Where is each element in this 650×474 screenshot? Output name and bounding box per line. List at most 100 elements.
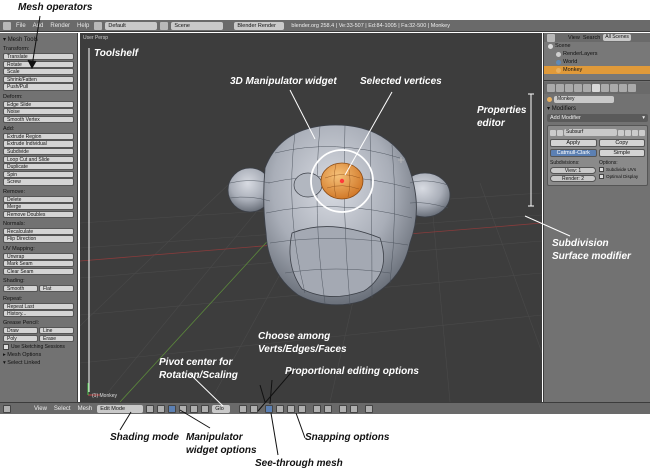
tool-button-rotate[interactable]: Rotate <box>3 60 74 68</box>
tool-button-shrink-fatten[interactable]: Shrink/Fatten <box>3 75 74 83</box>
scene-selector[interactable]: Scene <box>171 21 224 30</box>
render-toggle-icon[interactable] <box>618 129 624 136</box>
close-icon[interactable] <box>639 129 645 136</box>
tool-button-delete[interactable]: Delete <box>3 195 74 203</box>
tool-button-push-pull[interactable]: Push/Pull <box>3 83 74 91</box>
tool-button-spin[interactable]: Spin <box>3 170 74 178</box>
manipulator-translate[interactable] <box>179 404 188 413</box>
add-modifier-button[interactable]: Add Modifier ▾ <box>547 114 648 122</box>
proportional-editing-button[interactable] <box>313 404 322 413</box>
tool-button-edge-slide[interactable]: Edge Slide <box>3 100 74 108</box>
subdivide-uvs-checkbox[interactable]: Subdivide UVs <box>599 167 645 172</box>
simple-button[interactable]: Simple <box>598 149 645 157</box>
render-tab-icon[interactable] <box>547 84 555 92</box>
render-preview-button[interactable] <box>365 404 374 413</box>
select-linked-panel[interactable]: ▾ Select Linked <box>3 360 74 366</box>
layout-selector[interactable]: Default <box>105 21 158 30</box>
copy-button[interactable]: Copy <box>598 139 645 147</box>
tool-button-unwrap[interactable]: Unwrap <box>3 252 74 260</box>
editmode-toggle-icon[interactable] <box>632 129 638 136</box>
repeat-last-button[interactable]: Repeat Last <box>3 302 74 310</box>
menu-file[interactable]: File <box>14 23 28 29</box>
orientation-selector[interactable]: Glo <box>212 404 231 413</box>
display-toggle-icon[interactable] <box>625 129 631 136</box>
physics-tab-icon[interactable] <box>628 84 636 92</box>
vertex-select-button[interactable] <box>265 404 274 413</box>
outliner-type-icon[interactable] <box>547 33 555 42</box>
outliner-menu-view[interactable]: View <box>568 35 580 41</box>
menu-render[interactable]: Render <box>48 23 72 29</box>
view-levels-field[interactable]: View: 1 <box>550 167 596 174</box>
face-select-button[interactable] <box>287 404 296 413</box>
manipulator-scale[interactable] <box>201 404 210 413</box>
tool-button-mark-seam[interactable]: Mark Seam <box>3 260 74 268</box>
editor-type-icon[interactable] <box>3 21 11 30</box>
pivot-center-button[interactable] <box>157 404 166 413</box>
constraints-tab-icon[interactable] <box>583 84 591 92</box>
menu-help[interactable]: Help <box>75 23 91 29</box>
line-button[interactable]: Line <box>39 327 74 335</box>
tool-button-duplicate[interactable]: Duplicate <box>3 163 74 171</box>
render-levels-field[interactable]: Render: 2 <box>550 175 596 182</box>
smooth-button[interactable]: Smooth <box>3 284 38 293</box>
tool-button-clear-seam[interactable]: Clear Seam <box>3 267 74 275</box>
tool-button-flip-direction[interactable]: Flip Direction <box>3 235 74 243</box>
menu-add[interactable]: Add <box>31 23 46 29</box>
tool-button-translate[interactable]: Translate <box>3 53 74 61</box>
tool-button-extrude-region[interactable]: Extrude Region <box>3 132 74 141</box>
catmull-clark-button[interactable]: Catmull-Clark <box>550 149 597 157</box>
outliner-filter[interactable]: All Scenes <box>603 34 631 41</box>
object-name-field[interactable]: Monkey <box>554 95 614 103</box>
world-tab-icon[interactable] <box>565 84 573 92</box>
layer-button-1[interactable] <box>239 404 248 413</box>
modifier-name-field[interactable]: Subsurf <box>564 129 617 136</box>
render-engine-selector[interactable]: Blender Render <box>234 21 285 30</box>
draw-button[interactable]: Draw <box>3 327 38 335</box>
modifiers-section[interactable]: ▾ Modifiers <box>544 105 650 112</box>
tool-button-loop-cut-and-slide[interactable]: Loop Cut and Slide <box>3 155 74 163</box>
tool-button-scale[interactable]: Scale <box>3 68 74 76</box>
mode-selector[interactable]: Edit Mode <box>97 404 144 413</box>
material-tab-icon[interactable] <box>610 84 618 92</box>
tool-button-smooth-vertex[interactable]: Smooth Vertex <box>3 115 74 123</box>
manipulator-rotate[interactable] <box>190 404 199 413</box>
outliner-scene[interactable]: Scene <box>544 42 650 50</box>
data-tab-icon[interactable] <box>601 84 609 92</box>
manipulator-toggle[interactable] <box>168 404 177 413</box>
texture-tab-icon[interactable] <box>619 84 627 92</box>
optimal-display-checkbox[interactable]: Optimal Display <box>599 174 645 179</box>
sketching-checkbox[interactable]: Use Sketching Sessions <box>3 344 74 351</box>
poly-button[interactable]: Poly <box>3 334 38 343</box>
menu-view[interactable]: View <box>32 406 49 412</box>
tool-button-extrude-individual[interactable]: Extrude Individual <box>3 140 74 148</box>
tool-button-merge[interactable]: Merge <box>3 203 74 211</box>
tool-button-remove-doubles[interactable]: Remove Doubles <box>3 210 74 218</box>
snap-toggle-button[interactable] <box>339 404 348 413</box>
layer-button-2[interactable] <box>250 404 259 413</box>
mesh-tools-header[interactable]: ▾ Mesh Tools <box>3 36 74 43</box>
menu-mesh[interactable]: Mesh <box>76 406 95 412</box>
tool-button-subdivide[interactable]: Subdivide <box>3 148 74 156</box>
outliner-monkey[interactable]: Monkey <box>544 66 650 74</box>
proportional-falloff-button[interactable] <box>324 404 333 413</box>
menu-select[interactable]: Select <box>52 406 73 412</box>
edge-select-button[interactable] <box>276 404 285 413</box>
tool-button-noise[interactable]: Noise <box>3 108 74 116</box>
apply-button[interactable]: Apply <box>550 139 597 147</box>
snap-element-button[interactable] <box>350 404 359 413</box>
tool-button-screw[interactable]: Screw <box>3 178 74 186</box>
erase-button[interactable]: Erase <box>39 334 74 343</box>
scene-tab-icon[interactable] <box>556 84 564 92</box>
mesh-options-panel[interactable]: ▸ Mesh Options <box>3 352 74 358</box>
outliner-menu-search[interactable]: Search <box>583 35 600 41</box>
tool-button-recalculate[interactable]: Recalculate <box>3 227 74 236</box>
object-tab-icon[interactable] <box>574 84 582 92</box>
shading-mode-button[interactable] <box>146 404 155 413</box>
flat-button[interactable]: Flat <box>39 284 74 293</box>
modifiers-tab-icon[interactable] <box>592 84 600 92</box>
view-editor-type-icon[interactable] <box>3 404 11 413</box>
history-button[interactable]: History... <box>3 310 74 318</box>
collapse-icon[interactable] <box>550 129 556 136</box>
outliner-renderlayers[interactable]: RenderLayers <box>544 50 650 58</box>
outliner-world[interactable]: World <box>544 58 650 66</box>
